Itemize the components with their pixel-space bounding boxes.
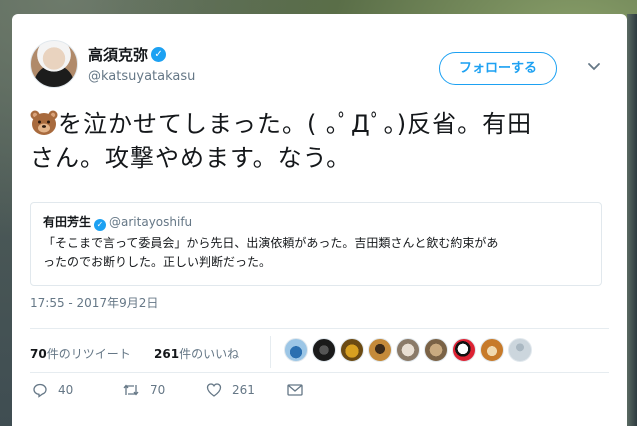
retweet-count: 70 bbox=[150, 383, 166, 397]
author-handle[interactable]: @katsuyatakasu bbox=[88, 69, 195, 84]
like-count: 261 bbox=[232, 383, 255, 397]
liker-avatar-default[interactable] bbox=[508, 338, 532, 362]
direct-message-button[interactable] bbox=[286, 382, 314, 402]
envelope-icon bbox=[287, 384, 303, 396]
heart-icon bbox=[206, 383, 222, 397]
liker-avatar[interactable] bbox=[312, 338, 336, 362]
quoted-author-handle: @aritayoshifu bbox=[109, 215, 193, 229]
verified-badge-icon: ✓ bbox=[94, 219, 107, 231]
reply-button[interactable]: 40 bbox=[32, 382, 73, 402]
liker-avatar[interactable] bbox=[284, 338, 308, 362]
quoted-tweet[interactable]: 有田芳生 ✓ @aritayoshifu 「そこまで言って委員会」から先日、出演依頼… bbox=[30, 202, 602, 286]
tweet-header: 高須克弥 ✓ @katsuyatakasu フォローする bbox=[30, 40, 609, 88]
liker-avatar[interactable] bbox=[424, 338, 448, 362]
quoted-author-name: 有田芳生 bbox=[43, 215, 92, 229]
retweet-stat[interactable]: 70件のリツイート bbox=[30, 345, 131, 362]
retweet-stat-label: 件のリツイート bbox=[46, 347, 131, 361]
tweet-text-line1: を泣かせてしまった。( ｡ﾟДﾟ｡)反省。有田 bbox=[58, 110, 533, 138]
divider bbox=[30, 372, 609, 373]
stats-separator bbox=[270, 336, 271, 368]
liker-avatar[interactable] bbox=[452, 338, 476, 362]
retweet-icon bbox=[123, 384, 139, 396]
like-button[interactable]: 261 bbox=[206, 382, 255, 402]
liker-avatar[interactable] bbox=[480, 338, 504, 362]
tweet-text-line2: さん。攻撃やめます。なう。 bbox=[30, 144, 352, 172]
liker-avatar[interactable] bbox=[396, 338, 420, 362]
reply-icon bbox=[33, 383, 47, 398]
quoted-tweet-text: 「そこまで言って委員会」から先日、出演依頼があった。吉田類さんと飲む約束があ っ… bbox=[43, 234, 589, 272]
liker-avatar[interactable] bbox=[368, 338, 392, 362]
divider bbox=[30, 328, 609, 329]
retweet-stat-count: 70 bbox=[30, 347, 47, 361]
like-stat-label: 件のいいね bbox=[179, 347, 240, 361]
bear-face-icon bbox=[30, 110, 58, 136]
author-display-name[interactable]: 高須克弥 bbox=[88, 44, 148, 65]
quoted-text-line1: 「そこまで言って委員会」から先日、出演依頼があった。吉田類さんと飲む約束があ bbox=[43, 236, 499, 250]
quoted-text-line2: ったのでお断りした。正しい判断だった。 bbox=[43, 255, 272, 269]
tweet-actions: 40 70 261 bbox=[30, 382, 609, 406]
reply-count: 40 bbox=[58, 383, 74, 397]
retweet-button[interactable]: 70 bbox=[122, 382, 165, 402]
author-names: 高須克弥 ✓ @katsuyatakasu bbox=[88, 44, 195, 84]
tweet-timestamp[interactable]: 17:55 - 2017年9月2日 bbox=[30, 294, 158, 311]
tweet-stats: 70件のリツイート 261件のいいね bbox=[30, 332, 609, 372]
page-edge bbox=[627, 14, 637, 426]
author-avatar[interactable] bbox=[30, 40, 78, 88]
liker-avatar[interactable] bbox=[340, 338, 364, 362]
chevron-down-icon[interactable] bbox=[585, 58, 603, 76]
verified-badge-icon: ✓ bbox=[151, 47, 167, 62]
like-stat[interactable]: 261件のいいね bbox=[154, 345, 239, 362]
follow-button[interactable]: フォローする bbox=[439, 52, 557, 85]
tweet-text: を泣かせてしまった。( ｡ﾟДﾟ｡)反省。有田 さん。攻撃やめます。なう。 bbox=[30, 107, 609, 175]
like-stat-count: 261 bbox=[154, 347, 180, 361]
tweet-card: 高須克弥 ✓ @katsuyatakasu フォローする を泣かせてしまった。(… bbox=[12, 14, 627, 426]
